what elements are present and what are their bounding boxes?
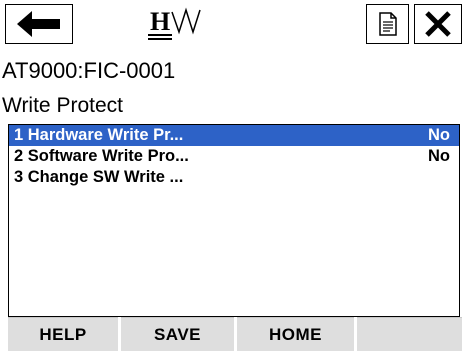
hart-logo: H (144, 2, 240, 46)
device-tag: AT9000:FIC-0001 (2, 58, 176, 83)
menu-item-value: No (428, 147, 450, 165)
menu-item-label: 3 Change SW Write ... (14, 168, 184, 186)
close-button[interactable] (414, 4, 462, 44)
softkey-bar: HELP SAVE HOME (0, 317, 466, 351)
home-softkey[interactable]: HOME (237, 317, 354, 351)
document-button[interactable] (366, 4, 409, 44)
save-softkey[interactable]: SAVE (121, 317, 234, 351)
menu-item-change-sw-write[interactable]: 3 Change SW Write ... (9, 167, 459, 188)
menu-item-label: 2 Software Write Pro... (14, 147, 189, 165)
top-toolbar: H (0, 0, 466, 52)
menu-item-value: No (428, 126, 450, 144)
blank-softkey[interactable] (357, 317, 462, 351)
back-button[interactable] (5, 4, 73, 44)
document-icon (378, 12, 397, 36)
help-softkey[interactable]: HELP (8, 317, 118, 351)
left-arrow-icon (17, 11, 60, 37)
menu-item-hardware-write-protect[interactable]: 1 Hardware Write Pr... No (9, 125, 459, 146)
page-title: Write Protect (2, 94, 123, 117)
menu-item-software-write-protect[interactable]: 2 Software Write Pro... No (9, 146, 459, 167)
menu-list[interactable]: 1 Hardware Write Pr... No 2 Software Wri… (8, 124, 460, 317)
svg-text:H: H (150, 7, 170, 36)
close-x-icon (425, 11, 451, 37)
menu-item-label: 1 Hardware Write Pr... (14, 126, 184, 144)
